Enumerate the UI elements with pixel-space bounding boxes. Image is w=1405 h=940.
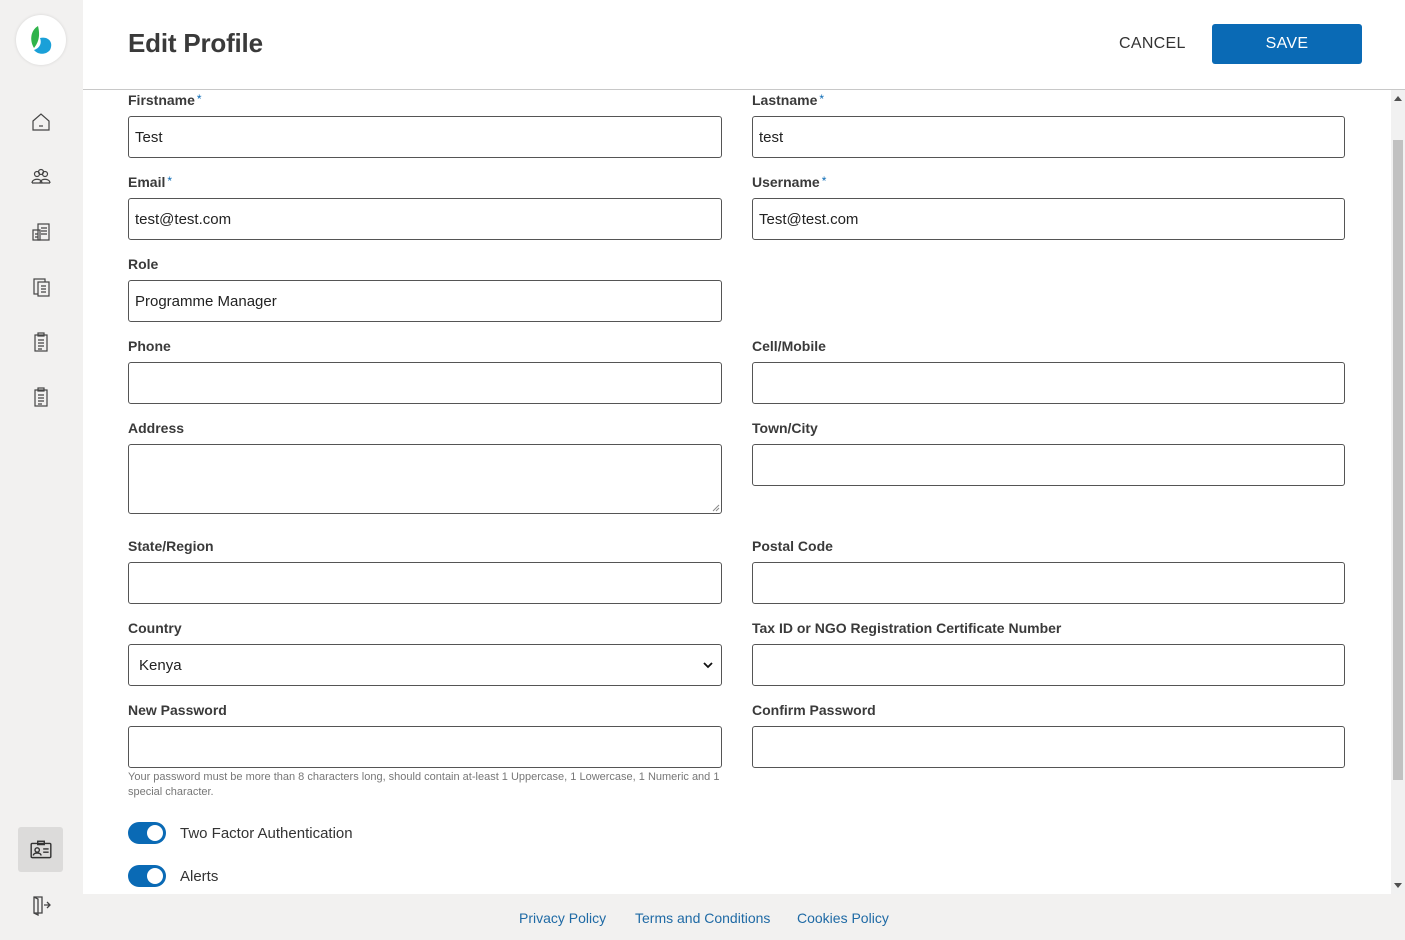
confirm-password-input[interactable]: [752, 726, 1345, 768]
privacy-policy-link[interactable]: Privacy Policy: [519, 910, 606, 926]
email-input[interactable]: test@test.com: [128, 198, 722, 240]
city-input[interactable]: [752, 444, 1345, 486]
two-factor-toggle[interactable]: [128, 822, 166, 844]
postal-input[interactable]: [752, 562, 1345, 604]
role-input[interactable]: Programme Manager: [128, 280, 722, 322]
clipboard-icon[interactable]: [28, 384, 54, 410]
app-logo[interactable]: [16, 15, 66, 65]
cookies-policy-link[interactable]: Cookies Policy: [797, 910, 889, 926]
new-password-label: New Password: [128, 702, 227, 718]
lastname-label: Lastname *: [752, 92, 825, 108]
clipboard-icon[interactable]: [28, 329, 54, 355]
sidebar: [0, 0, 83, 940]
two-factor-label: Two Factor Authentication: [180, 825, 353, 842]
address-textarea[interactable]: [128, 444, 722, 514]
toggle-knob: [147, 825, 163, 841]
firstname-label: Firstname *: [128, 92, 202, 108]
country-select[interactable]: Kenya: [128, 644, 722, 686]
scroll-thumb[interactable]: [1393, 140, 1403, 780]
save-button[interactable]: SAVE: [1212, 24, 1362, 64]
scroll-up-icon[interactable]: [1394, 96, 1402, 101]
phone-input[interactable]: [128, 362, 722, 404]
logo-icon: [31, 26, 52, 54]
mobile-input[interactable]: [752, 362, 1345, 404]
lastname-input[interactable]: test: [752, 116, 1345, 158]
profile-form: Firstname * Test Lastname * test Email * te…: [83, 90, 1391, 894]
password-hint: Your password must be more than 8 charac…: [128, 771, 720, 798]
email-label: Email *: [128, 174, 173, 190]
documents-icon[interactable]: [28, 274, 54, 300]
confirm-password-label: Confirm Password: [752, 702, 876, 718]
scroll-down-icon[interactable]: [1394, 883, 1402, 888]
toggle-knob: [147, 868, 163, 884]
username-label: Username *: [752, 174, 827, 190]
cancel-button[interactable]: CANCEL: [1119, 35, 1186, 53]
page-title: Edit Profile: [128, 28, 263, 58]
document-list-icon[interactable]: [28, 219, 54, 245]
page-header: Edit Profile CANCEL SAVE: [83, 0, 1405, 90]
username-input[interactable]: Test@test.com: [752, 198, 1345, 240]
alerts-toggle[interactable]: [128, 865, 166, 887]
users-icon[interactable]: [28, 164, 54, 190]
country-value: Kenya: [139, 656, 182, 674]
profile-card-icon[interactable]: [18, 827, 63, 872]
taxid-input[interactable]: [752, 644, 1345, 686]
alerts-label: Alerts: [180, 868, 219, 885]
new-password-input[interactable]: [128, 726, 722, 768]
firstname-input[interactable]: Test: [128, 116, 722, 158]
phone-label: Phone: [128, 338, 171, 354]
chevron-down-icon: [703, 662, 713, 669]
city-label: Town/City: [752, 420, 818, 436]
role-label: Role: [128, 256, 159, 272]
taxid-label: Tax ID or NGO Registration Certificate N…: [752, 620, 1062, 636]
terms-link[interactable]: Terms and Conditions: [635, 910, 770, 926]
logout-icon[interactable]: [28, 892, 54, 918]
home-icon[interactable]: [28, 109, 54, 135]
country-label: Country: [128, 620, 182, 636]
resize-handle-icon[interactable]: [712, 504, 720, 512]
footer: Privacy Policy Terms and Conditions Cook…: [83, 894, 1405, 940]
state-input[interactable]: [128, 562, 722, 604]
postal-label: Postal Code: [752, 538, 833, 554]
address-label: Address: [128, 420, 185, 436]
scrollbar[interactable]: [1391, 90, 1405, 894]
state-label: State/Region: [128, 538, 214, 554]
mobile-label: Cell/Mobile: [752, 338, 826, 354]
